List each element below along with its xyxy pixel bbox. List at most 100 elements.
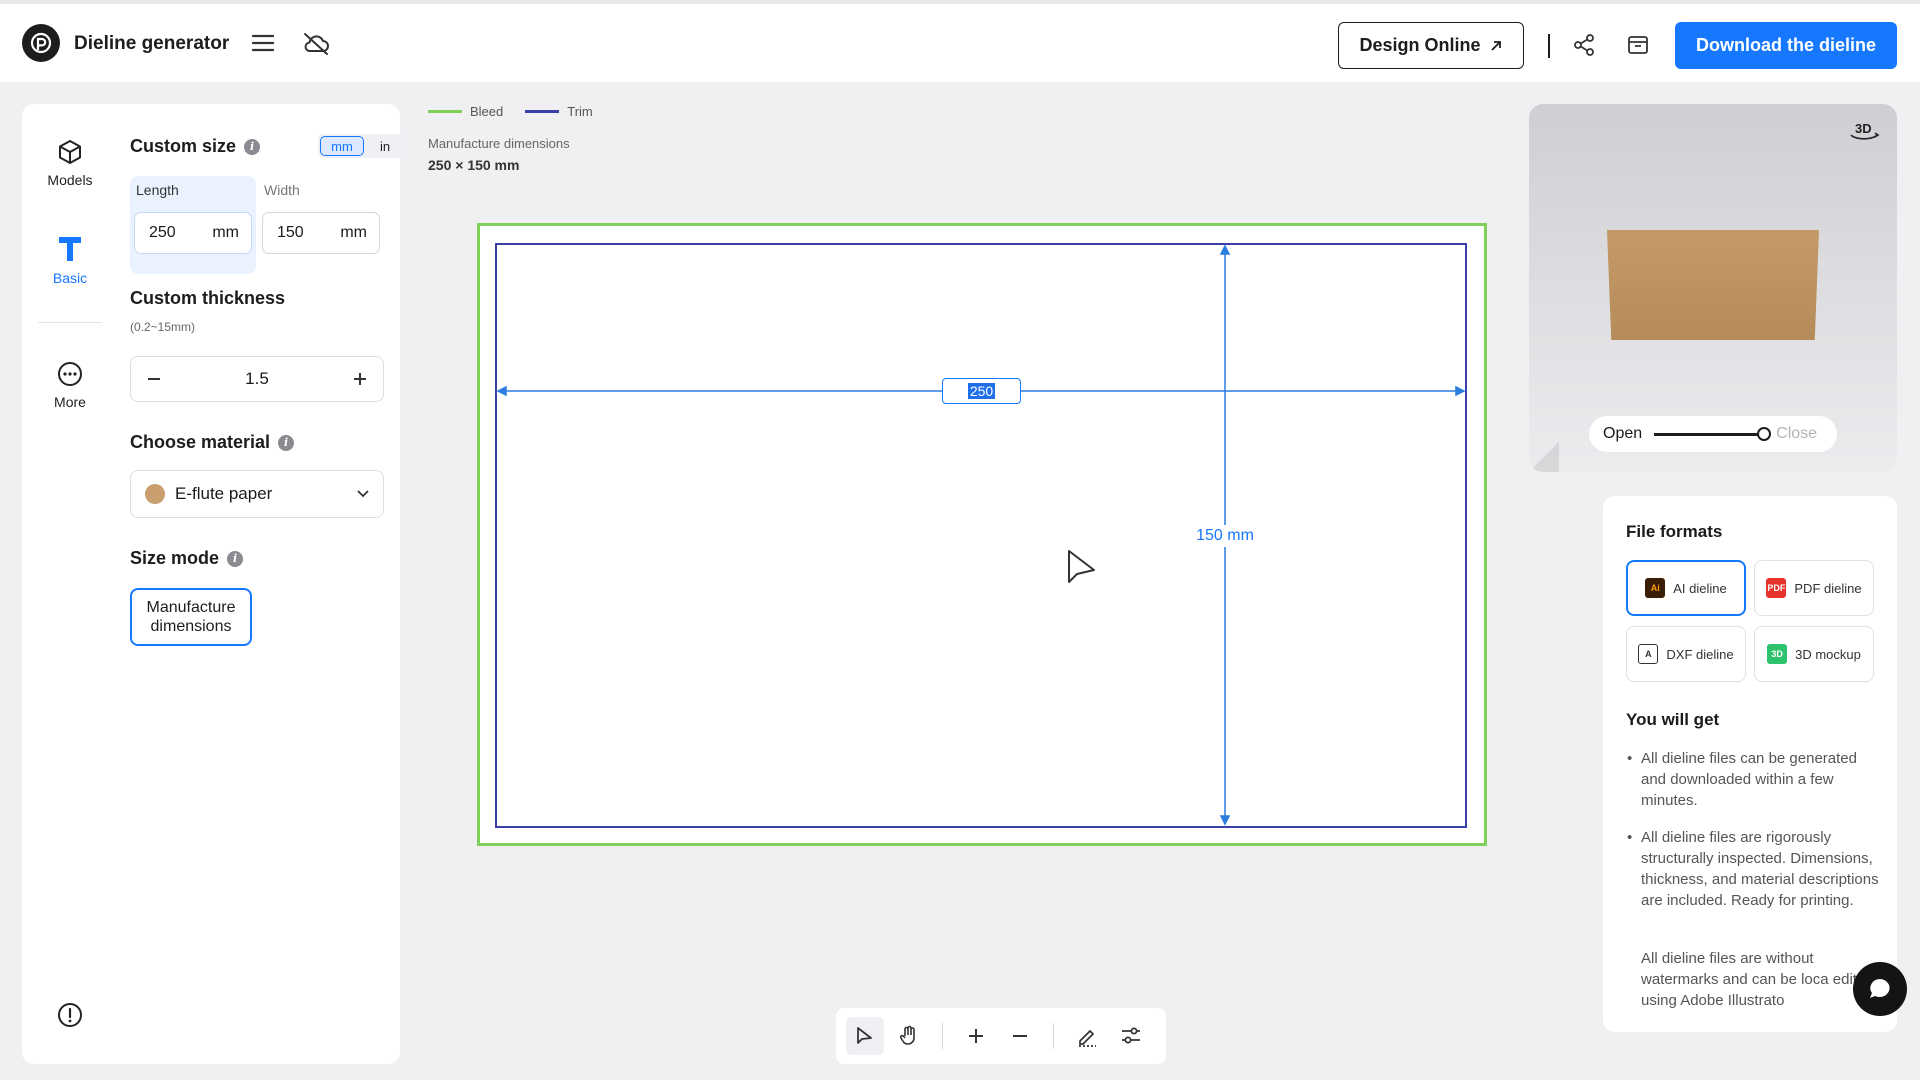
format-pdf-label: PDF dieline [1794, 580, 1862, 596]
cloud-off-icon[interactable] [302, 32, 330, 61]
close-label: Close [1776, 425, 1818, 442]
design-online-button[interactable]: Design Online [1338, 22, 1524, 69]
mockup-icon: 3D [1767, 644, 1788, 664]
manufacture-dimensions-value: 250 × 150 mm [428, 157, 520, 173]
file-formats-title: File formats [1626, 522, 1723, 541]
width-unit: mm [340, 224, 367, 241]
app-logo-icon[interactable] [22, 24, 60, 62]
toolbar-divider [1053, 1023, 1054, 1049]
svg-text:3D: 3D [1855, 121, 1872, 136]
format-3d-mockup-label: 3D mockup [1795, 646, 1861, 662]
hamburger-menu-icon[interactable] [251, 34, 275, 57]
info-icon[interactable]: i [244, 138, 261, 155]
measure-tool-button[interactable] [1068, 1017, 1106, 1055]
pan-tool-button[interactable] [890, 1017, 928, 1055]
length-value: 250 [149, 224, 176, 241]
zoom-in-button[interactable] [957, 1017, 995, 1055]
thickness-value[interactable]: 1.5 [245, 369, 269, 389]
choose-material-title: Choose material i [130, 432, 295, 453]
you-will-get-title: You will get [1626, 710, 1720, 729]
width-input[interactable]: 150 mm [262, 212, 380, 254]
length-input[interactable]: 250 mm [134, 212, 252, 254]
settings-panel: Models Basic More Custom size i mm in Le… [22, 104, 408, 1064]
minus-icon [1013, 1035, 1027, 1037]
sliders-icon [1122, 1027, 1140, 1044]
info-icon[interactable]: i [227, 550, 244, 567]
length-label: Length [136, 182, 179, 198]
side-rail: Models Basic More [22, 104, 118, 1064]
rail-item-basic[interactable]: Basic [22, 234, 118, 286]
width-dimension-label: 150 mm [1182, 525, 1268, 547]
custom-size-label: Custom size [130, 136, 237, 156]
unit-option-in[interactable]: in [364, 136, 406, 156]
size-mode-manufacture-button[interactable]: Manufacture dimensions [130, 588, 252, 646]
size-mode-title: Size mode i [130, 548, 244, 569]
archive-box-icon[interactable] [1626, 33, 1650, 62]
legend-bleed-label: Bleed [470, 104, 504, 119]
pointer-icon [857, 1027, 872, 1044]
material-swatch [145, 484, 165, 504]
choose-material-label: Choose material [130, 432, 271, 452]
benefit-item: All dieline files are without watermarks… [1641, 948, 1881, 1012]
format-dxf-label: DXF dieline [1666, 646, 1734, 662]
material-select[interactable]: E-flute paper [130, 470, 384, 518]
plus-icon [353, 373, 366, 385]
zoom-out-button[interactable] [1001, 1017, 1039, 1055]
download-dieline-button[interactable]: Download the dieline [1675, 22, 1897, 69]
length-field-group[interactable]: Length 250 mm [130, 176, 256, 274]
format-3d-mockup-button[interactable]: 3D 3D mockup [1754, 626, 1874, 682]
length-unit: mm [212, 224, 239, 241]
chat-support-button[interactable] [1853, 962, 1907, 1016]
unit-toggle: mm in [318, 134, 408, 158]
width-label: Width [264, 182, 300, 198]
format-dxf-button[interactable]: A DXF dieline [1626, 626, 1746, 682]
format-pdf-button[interactable]: PDF PDF dieline [1754, 560, 1874, 616]
select-tool-button[interactable] [846, 1017, 884, 1055]
top-header: Dieline generator Design Online Download… [0, 0, 1920, 82]
cube-icon [59, 140, 81, 164]
adjust-settings-button[interactable] [1112, 1017, 1150, 1055]
share-icon[interactable] [1572, 33, 1596, 62]
rail-item-models-label: Models [47, 172, 93, 188]
trim-outline[interactable] [495, 243, 1467, 828]
canvas-toolbar [836, 1008, 1166, 1064]
chat-bubble-icon [1870, 979, 1890, 998]
unit-option-mm[interactable]: mm [320, 136, 364, 156]
length-dimension-value: 250 [967, 383, 996, 399]
decrement-button[interactable] [131, 357, 177, 401]
mouse-pointer-icon [1066, 548, 1098, 593]
resize-corner[interactable] [1529, 442, 1559, 472]
open-close-slider: Open Close [1589, 416, 1837, 452]
rail-item-models[interactable]: Models [22, 138, 118, 188]
chevron-down-icon [357, 490, 369, 498]
plus-icon [969, 1029, 983, 1043]
more-dots-icon [58, 362, 82, 386]
3d-rotate-icon[interactable]: 3D [1847, 118, 1881, 151]
length-dimension-label[interactable]: 250 [942, 378, 1021, 404]
rail-item-more[interactable]: More [22, 360, 118, 410]
ai-file-icon: Ai [1645, 578, 1666, 598]
width-field-group[interactable]: Width 150 mm [258, 176, 384, 274]
toolbar-divider [942, 1023, 943, 1049]
legend-bleed-swatch [428, 110, 462, 113]
hand-icon [899, 1025, 915, 1045]
3d-preview-panel[interactable]: 3D Open Close [1529, 104, 1897, 472]
header-divider [1548, 34, 1550, 58]
minus-icon [148, 378, 160, 380]
format-ai-button[interactable]: Ai AI dieline [1626, 560, 1746, 616]
open-close-knob[interactable] [1757, 426, 1772, 441]
info-icon[interactable]: i [278, 434, 295, 451]
rail-divider [38, 322, 102, 323]
box-3d-model [1607, 230, 1819, 340]
manufacture-dimensions-title: Manufacture dimensions [428, 136, 570, 151]
thickness-range-note: (0.2~15mm) [130, 320, 196, 334]
file-formats-panel: File formats Ai AI dieline PDF PDF dieli… [1603, 496, 1897, 1032]
open-close-track[interactable] [1654, 426, 1772, 441]
info-alert-icon[interactable] [56, 1001, 84, 1034]
rail-item-more-label: More [54, 394, 86, 410]
rail-item-basic-label: Basic [52, 270, 88, 286]
pen-ruler-icon [1079, 1029, 1096, 1047]
format-ai-label: AI dieline [1673, 580, 1727, 596]
size-mode-label: Size mode [130, 548, 220, 568]
increment-button[interactable] [337, 357, 383, 401]
